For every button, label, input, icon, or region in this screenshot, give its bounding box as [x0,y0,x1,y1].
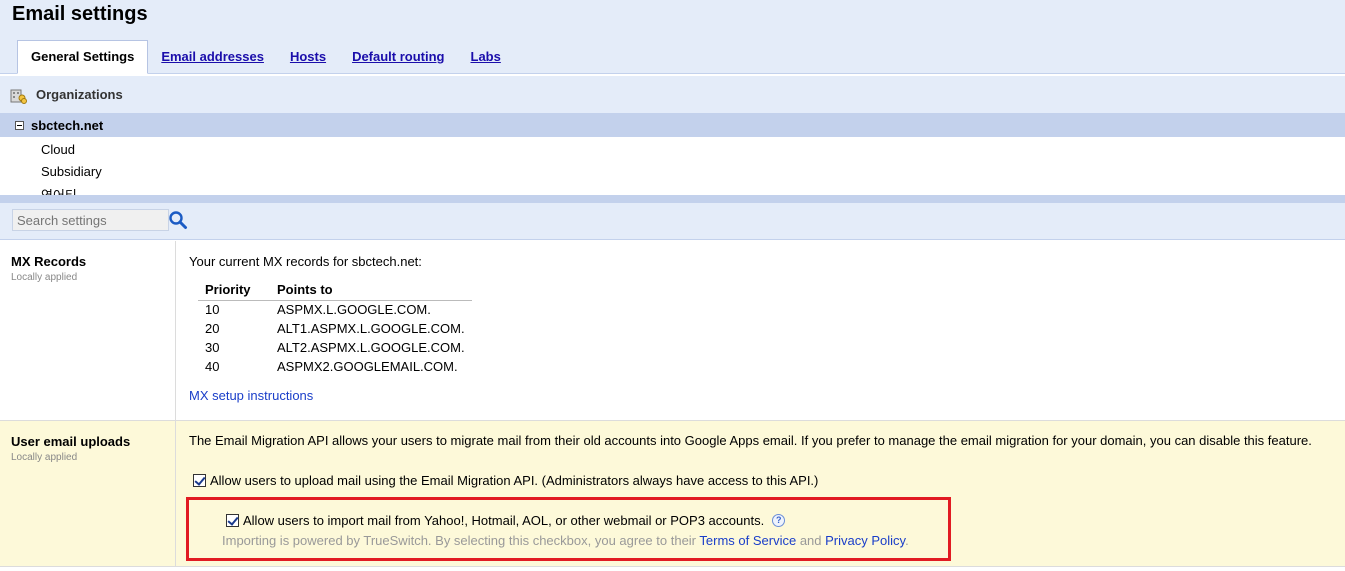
help-icon[interactable]: ? [772,514,786,527]
org-item-selected[interactable]: sbctech.net [0,113,1345,137]
import-mail-label: Allow users to import mail from Yahoo!, … [243,513,765,528]
uploads-sidebar: User email uploads Locally applied [0,421,176,566]
search-input[interactable] [12,209,169,231]
tab-default-routing[interactable]: Default routing [339,41,457,74]
privacy-policy-link[interactable]: Privacy Policy [825,533,905,548]
note-and: and [796,533,826,548]
column-header-points-to: Points to [270,279,472,301]
mx-records-section: MX Records Locally applied Your current … [0,241,1345,421]
priority-cell: 40 [205,359,220,374]
mx-setup-instructions-link[interactable]: MX setup instructions [189,388,313,403]
uploads-description: The Email Migration API allows your user… [189,433,1312,448]
terms-of-service-link[interactable]: Terms of Service [699,533,796,548]
mx-records-sidebar: MX Records Locally applied [0,241,176,420]
org-tree: sbctech.net Cloud Subsidiary 연어티 [0,113,1345,195]
note-period: . [905,533,909,548]
org-item-cloud[interactable]: Cloud [41,142,75,157]
collapse-icon[interactable] [15,121,24,130]
divider [0,195,1345,203]
table-row: 10 ASPMX.L.GOOGLE.COM. [198,300,472,319]
priority-cell: 30 [205,340,220,355]
tab-email-addresses[interactable]: Email addresses [148,41,277,74]
host-cell: ASPMX.L.GOOGLE.COM. [277,302,431,318]
header: Email settings General Settings Email ad… [0,0,1345,74]
import-mail-checkbox[interactable] [226,514,239,527]
mx-intro: Your current MX records for sbctech.net: [189,254,422,269]
table-row: 40 ASPMX2.GOOGLEMAIL.COM. [198,357,472,376]
page-title: Email settings [12,3,148,25]
priority-cell: 10 [205,302,220,318]
org-item-third[interactable]: 연어티 [41,185,77,195]
migration-api-option: Allow users to upload mail using the Ema… [193,473,818,488]
trueswitch-note: Importing is powered by TrueSwitch. By s… [222,533,909,548]
org-label-sbctech: sbctech.net [31,118,104,133]
note-text: Importing is powered by TrueSwitch. By s… [222,533,700,548]
uploads-title: User email uploads [11,434,131,449]
host-cell: ALT1.ASPMX.L.GOOGLE.COM. [277,321,465,336]
mx-records-subtitle: Locally applied [11,272,78,283]
search-bar [0,203,1345,240]
migration-api-checkbox[interactable] [193,474,206,487]
host-cell: ALT2.ASPMX.L.GOOGLE.COM. [277,340,465,355]
mx-records-title: MX Records [11,254,87,269]
organizations-header: Organizations [0,75,1345,113]
table-row: 20 ALT1.ASPMX.L.GOOGLE.COM. [198,319,472,338]
tab-bar: General Settings Email addresses Hosts D… [17,40,514,74]
uploads-subtitle: Locally applied [11,452,78,463]
tab-hosts[interactable]: Hosts [277,41,339,74]
table-row: 30 ALT2.ASPMX.L.GOOGLE.COM. [198,338,472,357]
column-header-priority: Priority [198,279,270,301]
org-item-subsidiary[interactable]: Subsidiary [41,164,102,179]
mx-table: Priority Points to 10 ASPMX.L.GOOGLE.COM… [198,279,472,376]
tab-labs[interactable]: Labs [458,41,514,74]
highlight-box [186,497,951,561]
user-email-uploads-section: User email uploads Locally applied The E… [0,421,1345,567]
organizations-title: Organizations [36,87,123,102]
tab-general-settings[interactable]: General Settings [17,40,149,74]
table-header-row: Priority Points to [198,279,472,301]
import-mail-option: Allow users to import mail from Yahoo!, … [226,513,786,528]
search-icon[interactable] [168,210,188,230]
migration-api-label: Allow users to upload mail using the Ema… [210,473,819,488]
priority-cell: 20 [205,321,220,336]
host-cell: ASPMX2.GOOGLEMAIL.COM. [277,359,458,374]
organizations-icon [10,89,27,104]
